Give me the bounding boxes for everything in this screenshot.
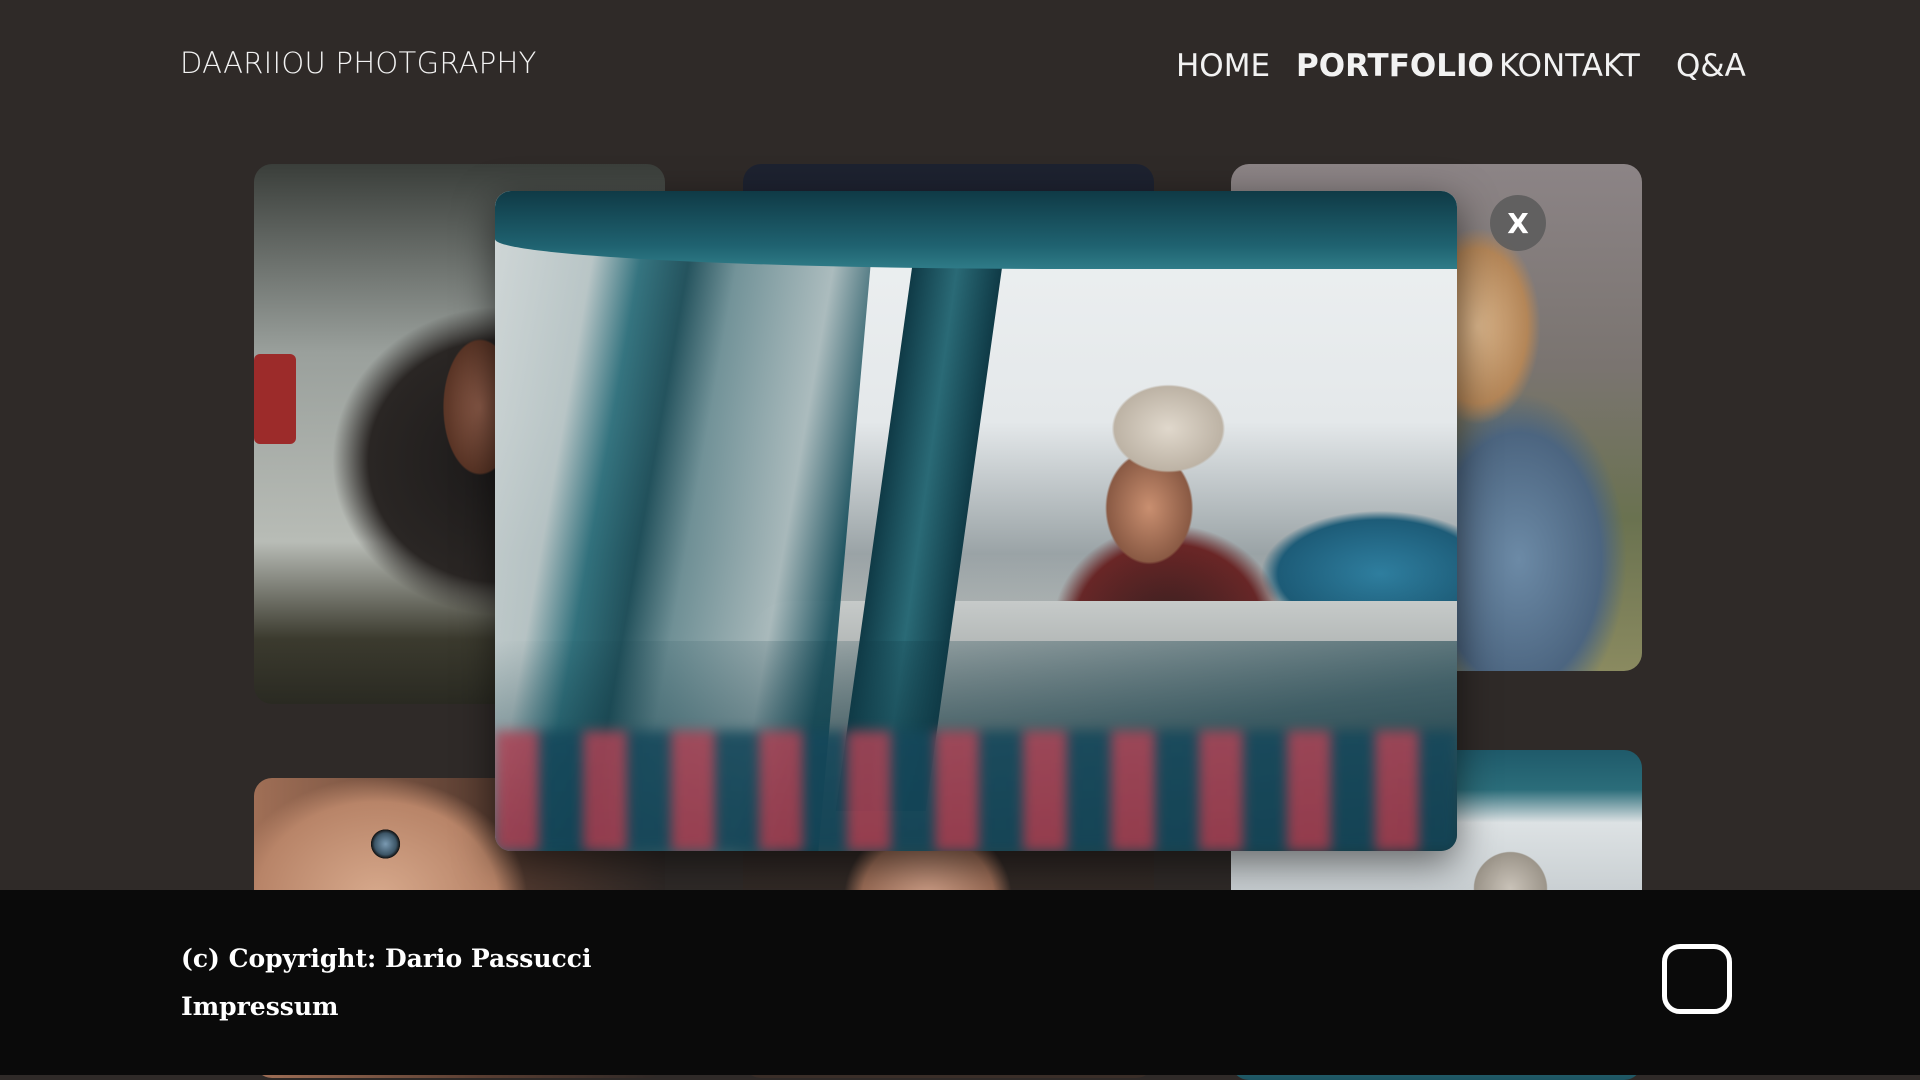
nav-kontakt[interactable]: KONTAKT [1499, 48, 1640, 84]
lightbox-image [495, 191, 1457, 851]
impressum-link[interactable]: Impressum [181, 992, 338, 1021]
plaid-blanket [495, 731, 1457, 851]
lightbox-close-button[interactable]: X [1490, 195, 1546, 251]
van-roof [495, 191, 1457, 269]
nav-portfolio[interactable]: PORTFOLIO [1296, 48, 1494, 84]
footer: (c) Copyright: Dario Passucci Impressum [0, 890, 1920, 1075]
main-nav: HOME PORTFOLIO KONTAKT Q&A [0, 48, 1920, 88]
copyright-text: (c) Copyright: Dario Passucci [181, 944, 592, 973]
instagram-icon[interactable] [1662, 944, 1732, 1014]
nav-qa[interactable]: Q&A [1676, 48, 1746, 84]
nav-home[interactable]: HOME [1176, 48, 1270, 84]
portfolio-page: DAARIIOU PHOTGRAPHY HOME PORTFOLIO KONTA… [0, 0, 1920, 1080]
